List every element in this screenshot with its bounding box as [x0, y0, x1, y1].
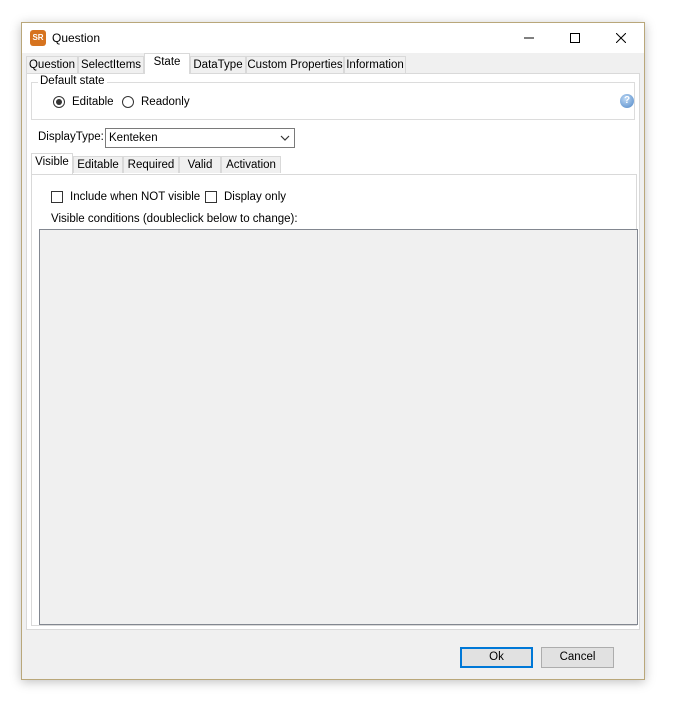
display-only-checkbox[interactable]: [205, 191, 217, 203]
subtab-visible[interactable]: Visible: [31, 153, 73, 174]
editable-radio[interactable]: [53, 96, 65, 108]
window-title: Question: [52, 31, 101, 45]
default-state-group: Default state Editable Readonly ?: [31, 75, 635, 120]
ok-button[interactable]: Ok: [460, 647, 533, 668]
maximize-icon: [570, 33, 580, 43]
cancel-button[interactable]: Cancel: [541, 647, 614, 668]
tab-information[interactable]: Information: [344, 56, 406, 73]
editable-radio-label[interactable]: Editable: [72, 96, 114, 108]
state-tab-panel: Default state Editable Readonly ? Displa…: [26, 73, 640, 630]
subtab-editable[interactable]: Editable: [73, 156, 123, 173]
subtab-required[interactable]: Required: [123, 156, 179, 173]
visible-conditions-label: Visible conditions (doubleclick below to…: [51, 213, 298, 225]
tab-state[interactable]: State: [144, 53, 190, 74]
visible-subtab-panel: Include when NOT visible Display only Vi…: [31, 174, 638, 626]
visible-conditions-list[interactable]: [39, 229, 638, 625]
include-when-not-visible-checkbox[interactable]: [51, 191, 63, 203]
tab-selectitems[interactable]: SelectItems: [78, 56, 144, 73]
maximize-button[interactable]: [552, 23, 598, 53]
subtab-valid[interactable]: Valid: [179, 156, 221, 173]
display-type-label: DisplayType:: [38, 131, 104, 143]
subtab-activation[interactable]: Activation: [221, 156, 281, 173]
default-state-legend: Default state: [38, 75, 107, 87]
tab-custom-properties[interactable]: Custom Properties: [246, 56, 344, 73]
readonly-radio[interactable]: [122, 96, 134, 108]
close-button[interactable]: [598, 23, 644, 53]
minimize-button[interactable]: [506, 23, 552, 53]
display-only-label[interactable]: Display only: [224, 191, 286, 203]
display-type-value: Kenteken: [109, 132, 158, 144]
chevron-down-icon: [280, 135, 290, 141]
tab-datatype[interactable]: DataType: [190, 56, 246, 73]
display-type-select[interactable]: Kenteken: [105, 128, 295, 148]
minimize-icon: [524, 37, 534, 39]
close-icon: [616, 33, 626, 43]
title-bar[interactable]: SR Question: [22, 23, 644, 53]
question-dialog: SR Question Question SelectItems State D…: [21, 22, 645, 680]
include-when-not-visible-label[interactable]: Include when NOT visible: [70, 191, 200, 203]
tab-question[interactable]: Question: [26, 56, 78, 73]
app-icon: SR: [30, 30, 46, 46]
help-icon[interactable]: ?: [620, 94, 634, 108]
readonly-radio-label[interactable]: Readonly: [141, 96, 190, 108]
